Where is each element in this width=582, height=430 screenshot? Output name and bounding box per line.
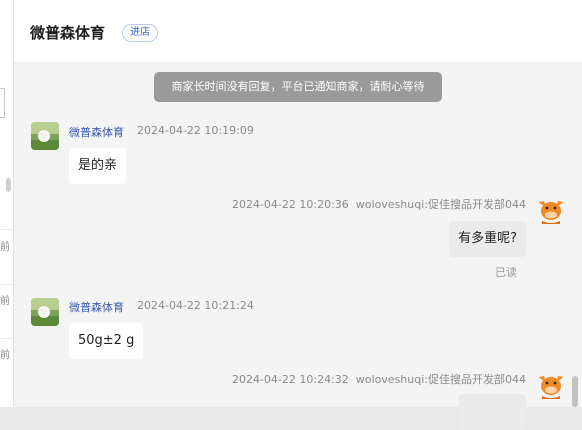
message-meta: 2024-04-22 10:24:32 woloveshuqi:促佳搜品开发部0… [232,371,526,387]
message-bubble[interactable]: 有多重呢? [449,221,526,257]
enter-shop-button[interactable]: 进店 [122,24,158,42]
golf-ball-avatar-icon[interactable] [31,298,59,326]
message-sender: woloveshuqi:促佳搜品开发部044 [355,373,526,386]
conversation-list-panel: 前 前 前 [0,0,14,407]
list-divider [0,338,12,339]
message-sender[interactable]: 微普森体育 [69,299,124,315]
bull-avatar-icon[interactable] [536,369,566,399]
system-notice: 商家长时间没有回复，平台已通知商家，请耐心等待 [154,72,442,102]
message-meta: 2024-04-22 10:20:36 woloveshuqi:促佳搜品开发部0… [232,196,526,212]
message-sender: woloveshuqi:促佳搜品开发部044 [355,198,526,211]
shop-name[interactable]: 微普森体育 [30,22,105,43]
conversation-list-scrollbar[interactable] [6,178,11,192]
list-divider [0,229,12,230]
message-bubble[interactable] [459,394,526,430]
golf-ball-avatar-icon[interactable] [31,122,59,150]
conversation-item-snippet[interactable]: 前 [0,238,10,253]
message-time: 2024-04-22 10:19:09 [137,124,254,137]
read-status: 已读 [495,266,517,279]
conversation-search-input[interactable] [0,88,5,118]
message-list-scrollbar[interactable] [572,376,578,407]
message-bubble[interactable]: 是的亲 [69,148,127,184]
conversation-item-snippet[interactable]: 前 [0,292,10,307]
bull-avatar-icon[interactable] [536,194,566,224]
list-divider [0,284,12,285]
message-bubble[interactable]: 50g±2 g [69,323,144,359]
chat-header: 微普森体育 进店 [14,0,582,63]
message-time: 2024-04-22 10:24:32 [231,373,349,386]
message-time: 2024-04-22 10:21:24 [137,299,254,312]
conversation-item-snippet[interactable]: 前 [0,346,10,361]
message-time: 2024-04-22 10:20:36 [231,198,349,211]
message-list[interactable]: 商家长时间没有回复，平台已通知商家，请耐心等待 微普森体育 2024-04-22… [14,63,582,430]
message-sender[interactable]: 微普森体育 [69,124,124,140]
